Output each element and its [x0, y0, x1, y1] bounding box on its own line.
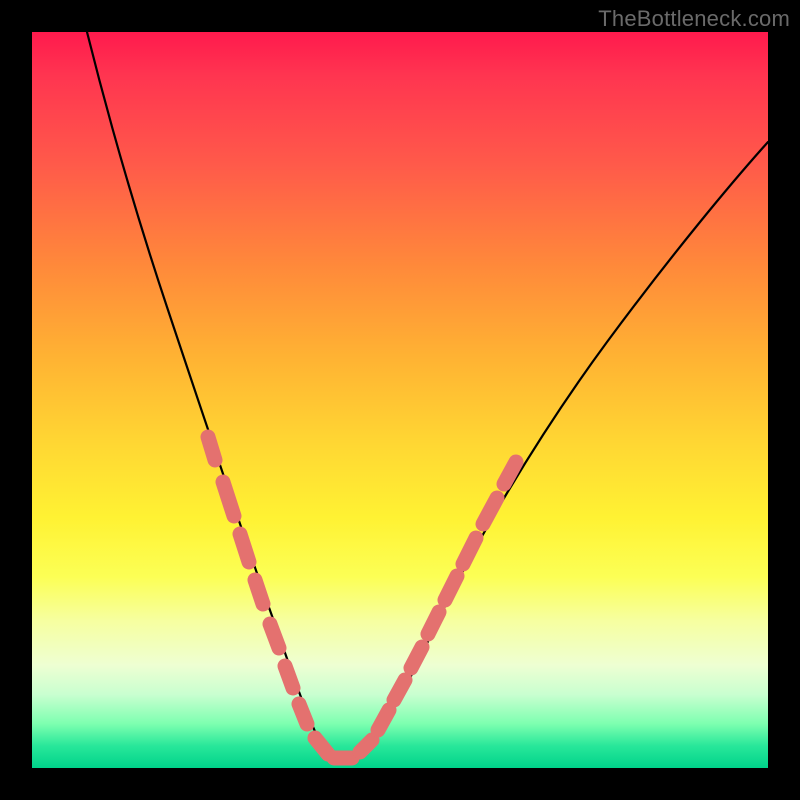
highlight-right-5 — [504, 462, 516, 484]
plot-area — [32, 32, 768, 768]
highlight-left-2 — [223, 482, 234, 516]
highlight-group — [208, 437, 516, 758]
highlight-floor-1 — [315, 738, 328, 754]
highlight-right-1 — [428, 612, 439, 634]
chart-svg — [32, 32, 768, 768]
watermark-text: TheBottleneck.com — [598, 6, 790, 32]
highlight-floor-3 — [360, 740, 372, 752]
chart-frame: TheBottleneck.com — [0, 0, 800, 800]
highlight-right-4 — [483, 498, 497, 524]
highlight-right-2 — [445, 576, 457, 600]
highlight-vl-1 — [270, 624, 279, 648]
highlight-vl-3 — [299, 704, 307, 724]
highlight-vl-2 — [285, 666, 293, 688]
highlight-left-1 — [208, 437, 215, 460]
highlight-vr-2 — [394, 680, 405, 700]
highlight-left-3 — [240, 534, 249, 562]
highlight-left-4 — [255, 580, 263, 604]
highlight-right-3 — [463, 538, 476, 564]
highlight-vr-3 — [411, 647, 422, 668]
highlight-vr-1 — [378, 710, 389, 730]
